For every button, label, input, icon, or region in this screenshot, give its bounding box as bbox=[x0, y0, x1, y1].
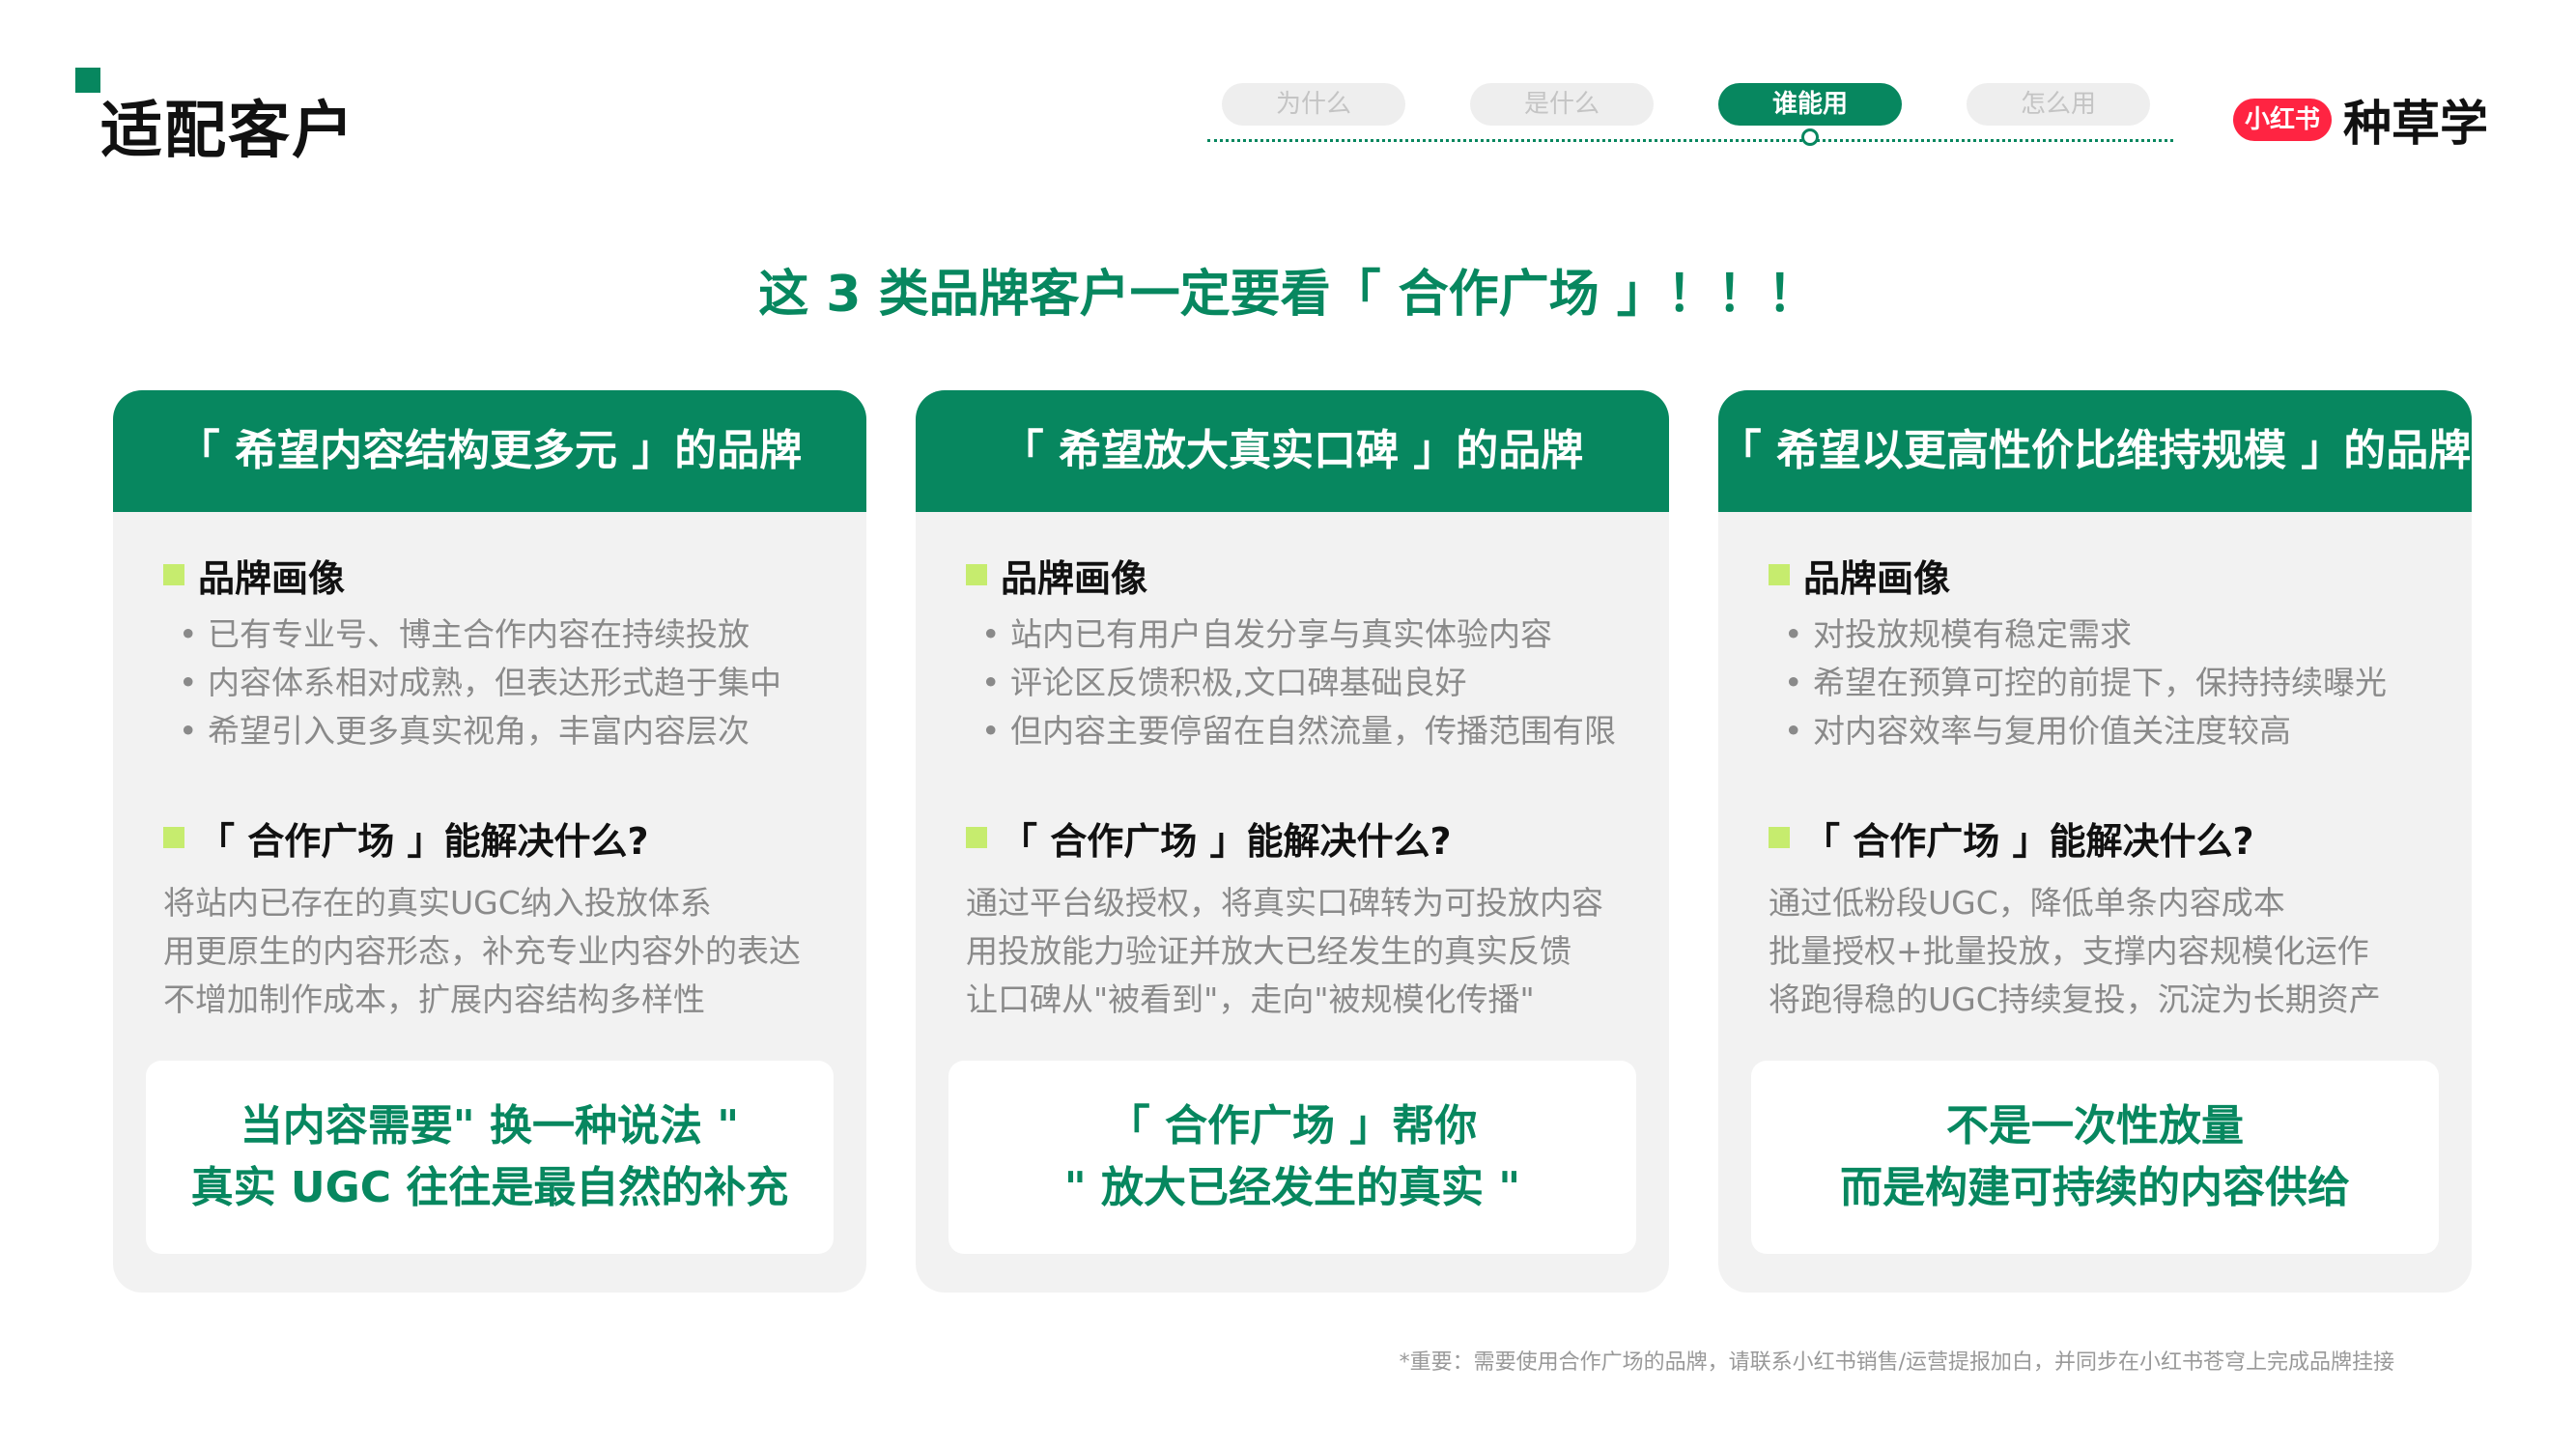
portrait-title: 品牌画像 bbox=[1769, 551, 2421, 600]
portrait-item: • 对内容效率与复用价值关注度较高 bbox=[1769, 707, 2421, 755]
card-header: 「 希望以更高性价比维持规模 」的品牌 bbox=[1718, 390, 2472, 512]
page-title: 适配客户 bbox=[100, 96, 355, 167]
dot-bullet-icon: • bbox=[1784, 615, 1803, 653]
highlight-line: 不是一次性放量 bbox=[1946, 1101, 2244, 1151]
solve-line: 让口碑从"被看到"，走向"被规模化传播" bbox=[966, 980, 1535, 1018]
card-header: 「 希望内容结构更多元 」的品牌 bbox=[113, 390, 866, 512]
dot-bullet-icon: • bbox=[981, 664, 1001, 701]
solve-line: 将站内已存在的真实UGC纳入投放体系 bbox=[163, 884, 712, 922]
customer-card-cost-efficient-scale: 「 希望以更高性价比维持规模 」的品牌 品牌画像 • 对投放规模有稳定需求 • 希望… bbox=[1718, 390, 2472, 1293]
nav-item-who[interactable]: 谁能用 bbox=[1718, 83, 1902, 126]
solve-line: 不增加制作成本，扩展内容结构多样性 bbox=[163, 980, 705, 1018]
solve-line: 批量授权+批量投放，支撑内容规模化运作 bbox=[1769, 932, 2369, 970]
portrait-item: • 已有专业号、博主合作内容在持续投放 bbox=[163, 611, 816, 659]
solve-line: 用更原生的内容形态，补充专业内容外的表达 bbox=[163, 932, 801, 970]
square-bullet-icon bbox=[966, 827, 987, 848]
footnote: *重要：需要使用合作广场的品牌，请联系小红书销售/运营提报加白，并同步在小红书苍… bbox=[1399, 1350, 2394, 1375]
highlight-box: 当内容需要" 换一种说法 " 真实 UGC 往往是最自然的补充 bbox=[146, 1061, 834, 1254]
highlight-line: 「 合作广场 」帮你 bbox=[1107, 1101, 1478, 1151]
nav-progress-line bbox=[1207, 139, 2173, 142]
dot-bullet-icon: • bbox=[1784, 712, 1803, 750]
title-accent-mark bbox=[75, 68, 100, 93]
highlight-line: 而是构建可持续的内容供给 bbox=[1840, 1163, 2350, 1212]
square-bullet-icon bbox=[1769, 827, 1790, 848]
solve-title: 「 合作广场 」能解决什么? bbox=[163, 813, 816, 863]
solve-title: 「 合作广场 」能解决什么? bbox=[1769, 813, 2421, 863]
square-bullet-icon bbox=[163, 827, 184, 848]
xiaohongshu-logo: 小红书 bbox=[2233, 99, 2333, 141]
portrait-item: • 对投放规模有稳定需求 bbox=[1769, 611, 2421, 659]
dot-bullet-icon: • bbox=[1784, 664, 1803, 701]
headline: 这 3 类品牌客户一定要看「 合作广场 」！！！ bbox=[758, 266, 1818, 324]
solve-line: 通过平台级授权，将真实口碑转为可投放内容 bbox=[966, 884, 1603, 922]
highlight-line: 当内容需要" 换一种说法 " bbox=[240, 1101, 740, 1151]
highlight-line: 真实 UGC 往往是最自然的补充 bbox=[190, 1163, 789, 1212]
section-nav: 为什么 是什么 谁能用 怎么用 bbox=[1207, 81, 2173, 158]
nav-item-why[interactable]: 为什么 bbox=[1222, 83, 1405, 126]
customer-card-diverse-content: 「 希望内容结构更多元 」的品牌 品牌画像 • 已有专业号、博主合作内容在持续投放… bbox=[113, 390, 866, 1293]
card-header: 「 希望放大真实口碑 」的品牌 bbox=[916, 390, 1669, 512]
solve-line: 用投放能力验证并放大已经发生的真实反馈 bbox=[966, 932, 1571, 970]
brand-lockup: 小红书 种草学 bbox=[2233, 89, 2488, 152]
solve-line: 将跑得稳的UGC持续复投，沉淀为长期资产 bbox=[1769, 980, 2381, 1018]
customer-card-amplify-reputation: 「 希望放大真实口碑 」的品牌 品牌画像 • 站内已有用户自发分享与真实体验内容 … bbox=[916, 390, 1669, 1293]
dot-bullet-icon: • bbox=[981, 712, 1001, 750]
portrait-item: • 希望引入更多真实视角，丰富内容层次 bbox=[163, 707, 816, 755]
portrait-item: • 内容体系相对成熟，但表达形式趋于集中 bbox=[163, 659, 816, 707]
square-bullet-icon bbox=[966, 564, 987, 585]
solve-title: 「 合作广场 」能解决什么? bbox=[966, 813, 1619, 863]
dot-bullet-icon: • bbox=[179, 712, 198, 750]
highlight-box: 「 合作广场 」帮你 " 放大已经发生的真实 " bbox=[948, 1061, 1636, 1254]
dot-bullet-icon: • bbox=[981, 615, 1001, 653]
portrait-item: • 但内容主要停留在自然流量，传播范围有限 bbox=[966, 707, 1619, 755]
highlight-box: 不是一次性放量 而是构建可持续的内容供给 bbox=[1751, 1061, 2439, 1254]
portrait-item: • 站内已有用户自发分享与真实体验内容 bbox=[966, 611, 1619, 659]
nav-item-what[interactable]: 是什么 bbox=[1470, 83, 1654, 126]
nav-item-how[interactable]: 怎么用 bbox=[1967, 83, 2150, 126]
portrait-item: • 希望在预算可控的前提下，保持持续曝光 bbox=[1769, 659, 2421, 707]
portrait-title: 品牌画像 bbox=[966, 551, 1619, 600]
solve-line: 通过低粉段UGC，降低单条内容成本 bbox=[1769, 884, 2285, 922]
nav-active-dot-icon bbox=[1801, 128, 1819, 146]
dot-bullet-icon: • bbox=[179, 615, 198, 653]
square-bullet-icon bbox=[1769, 564, 1790, 585]
dot-bullet-icon: • bbox=[179, 664, 198, 701]
portrait-item: • 评论区反馈积极,文口碑基础良好 bbox=[966, 659, 1619, 707]
square-bullet-icon bbox=[163, 564, 184, 585]
portrait-title: 品牌画像 bbox=[163, 551, 816, 600]
brand-name: 种草学 bbox=[2343, 96, 2489, 152]
highlight-line: " 放大已经发生的真实 " bbox=[1063, 1163, 1521, 1212]
